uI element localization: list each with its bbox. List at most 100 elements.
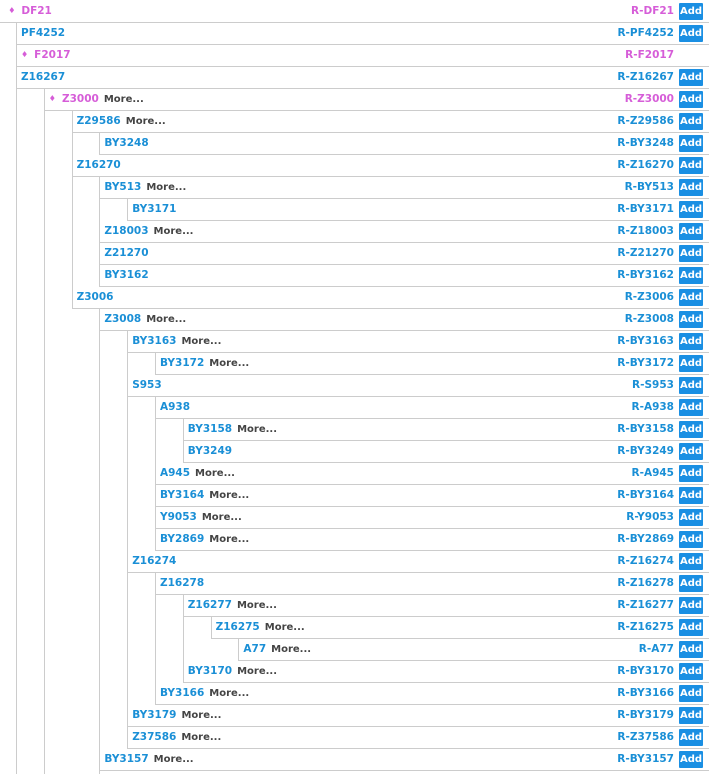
reference-name-link[interactable]: R-PF4252	[617, 23, 674, 44]
more-link[interactable]: More...	[181, 732, 221, 743]
reference-name-link[interactable]: R-Z3008	[625, 309, 674, 330]
reference-name-link[interactable]: R-S953	[632, 375, 674, 396]
reference-name-link[interactable]: R-Z16278	[617, 573, 674, 594]
reference-name-link[interactable]: R-Z16267	[617, 67, 674, 88]
add-button[interactable]: Add	[678, 157, 703, 174]
haplogroup-link[interactable]: Z3006	[77, 287, 114, 308]
add-button[interactable]: Add	[678, 113, 703, 130]
more-link[interactable]: More...	[209, 688, 249, 699]
haplogroup-link[interactable]: BY3170 More...	[188, 661, 277, 682]
more-link[interactable]: More...	[265, 622, 305, 633]
add-button[interactable]: Add	[678, 91, 703, 108]
reference-name-link[interactable]: R-BY3248	[617, 133, 674, 154]
add-button[interactable]: Add	[678, 311, 703, 328]
add-button[interactable]: Add	[678, 619, 703, 636]
more-link[interactable]: More...	[146, 314, 186, 325]
haplogroup-link[interactable]: BY2869 More...	[160, 529, 249, 550]
add-button[interactable]: Add	[679, 509, 703, 526]
haplogroup-link[interactable]: BY3172 More...	[160, 353, 249, 374]
reference-name-link[interactable]: R-A77	[639, 639, 674, 660]
more-link[interactable]: More...	[237, 424, 277, 435]
haplogroup-link[interactable]: BY3157 More...	[104, 749, 193, 770]
haplogroup-link[interactable]: Z16277 More...	[188, 595, 277, 616]
reference-name-link[interactable]: R-BY3166	[617, 683, 674, 704]
add-button[interactable]: Add	[678, 333, 703, 350]
more-link[interactable]: More...	[209, 534, 249, 545]
haplogroup-link[interactable]: Z16267	[21, 67, 65, 88]
haplogroup-link[interactable]: Z21270	[104, 243, 148, 264]
reference-name-link[interactable]: R-Z16274	[617, 551, 674, 572]
reference-name-link[interactable]: R-A938	[632, 397, 675, 418]
add-button[interactable]: Add	[678, 245, 703, 262]
more-link[interactable]: More...	[209, 358, 249, 369]
reference-name-link[interactable]: R-Z37586	[617, 727, 674, 748]
haplogroup-link[interactable]: BY3179 More...	[132, 705, 221, 726]
more-link[interactable]: More...	[104, 94, 144, 105]
add-button[interactable]: Add	[678, 751, 703, 768]
haplogroup-link[interactable]: A945 More...	[160, 463, 235, 484]
reference-name-link[interactable]: R-BY3249	[617, 441, 674, 462]
more-link[interactable]: More...	[126, 116, 166, 127]
haplogroup-link[interactable]: A77 More...	[243, 639, 311, 660]
more-link[interactable]: More...	[195, 468, 235, 479]
haplogroup-link[interactable]: Z18003 More...	[104, 221, 193, 242]
reference-name-link[interactable]: R-Z3006	[625, 287, 674, 308]
haplogroup-link[interactable]: Z3008 More...	[104, 309, 186, 330]
add-button[interactable]: Add	[678, 729, 703, 746]
reference-name-link[interactable]: R-BY3158	[617, 419, 674, 440]
add-button[interactable]: Add	[679, 3, 703, 20]
reference-name-link[interactable]: R-Z16277	[617, 595, 674, 616]
reference-name-link[interactable]: R-BY3164	[617, 485, 674, 506]
add-button[interactable]: Add	[679, 685, 703, 702]
haplogroup-link[interactable]: BY513 More...	[104, 177, 186, 198]
add-button[interactable]: Add	[678, 641, 703, 658]
reference-name-link[interactable]: R-Y9053	[626, 507, 674, 528]
add-button[interactable]: Add	[679, 531, 703, 548]
reference-name-link[interactable]: R-Z21270	[617, 243, 674, 264]
haplogroup-link[interactable]: BY3162	[104, 265, 148, 286]
reference-name-link[interactable]: R-BY3163	[617, 331, 674, 352]
haplogroup-link[interactable]: S953	[132, 375, 161, 396]
more-link[interactable]: More...	[202, 512, 242, 523]
add-button[interactable]: Add	[679, 399, 703, 416]
reference-name-link[interactable]: R-Z16270	[617, 155, 674, 176]
haplogroup-link[interactable]: BY3248	[104, 133, 148, 154]
reference-name-link[interactable]: R-BY3171	[617, 199, 674, 220]
add-button[interactable]: Add	[678, 377, 703, 394]
add-button[interactable]: Add	[678, 135, 703, 152]
reference-name-link[interactable]: R-BY3179	[617, 705, 674, 726]
haplogroup-link[interactable]: Z37586 More...	[132, 727, 221, 748]
haplogroup-link[interactable]: Z16270	[77, 155, 121, 176]
more-link[interactable]: More...	[154, 754, 194, 765]
add-button[interactable]: Add	[678, 553, 703, 570]
more-link[interactable]: More...	[237, 600, 277, 611]
reference-name-link[interactable]: R-BY3172	[617, 353, 674, 374]
add-button[interactable]: Add	[678, 223, 703, 240]
reference-name-link[interactable]: R-DF21	[631, 1, 674, 22]
reference-name-link[interactable]: R-BY3170	[617, 661, 674, 682]
add-button[interactable]: Add	[679, 355, 703, 372]
haplogroup-link[interactable]: BY3249	[188, 441, 232, 462]
haplogroup-link[interactable]: ♦ DF21	[8, 1, 52, 22]
add-button[interactable]: Add	[678, 289, 703, 306]
reference-name-link[interactable]: R-Z16275	[617, 617, 674, 638]
reference-name-link[interactable]: R-F2017	[625, 45, 674, 66]
haplogroup-link[interactable]: BY3164 More...	[160, 485, 249, 506]
haplogroup-link[interactable]: PF4252	[21, 23, 65, 44]
add-button[interactable]: Add	[678, 597, 703, 614]
haplogroup-link[interactable]: BY3166 More...	[160, 683, 249, 704]
haplogroup-link[interactable]: Z29586 More...	[77, 111, 166, 132]
haplogroup-link[interactable]: Z16274	[132, 551, 176, 572]
haplogroup-link[interactable]: BY3158 More...	[188, 419, 277, 440]
reference-name-link[interactable]: R-BY513	[625, 177, 674, 198]
add-button[interactable]: Add	[678, 663, 703, 680]
more-link[interactable]: More...	[181, 710, 221, 721]
haplogroup-link[interactable]: BY3163 More...	[132, 331, 221, 352]
add-button[interactable]: Add	[679, 487, 703, 504]
haplogroup-link[interactable]: ♦ F2017	[21, 45, 71, 66]
more-link[interactable]: More...	[146, 182, 186, 193]
more-link[interactable]: More...	[181, 336, 221, 347]
add-button[interactable]: Add	[678, 443, 703, 460]
reference-name-link[interactable]: R-Z29586	[617, 111, 674, 132]
more-link[interactable]: More...	[154, 226, 194, 237]
